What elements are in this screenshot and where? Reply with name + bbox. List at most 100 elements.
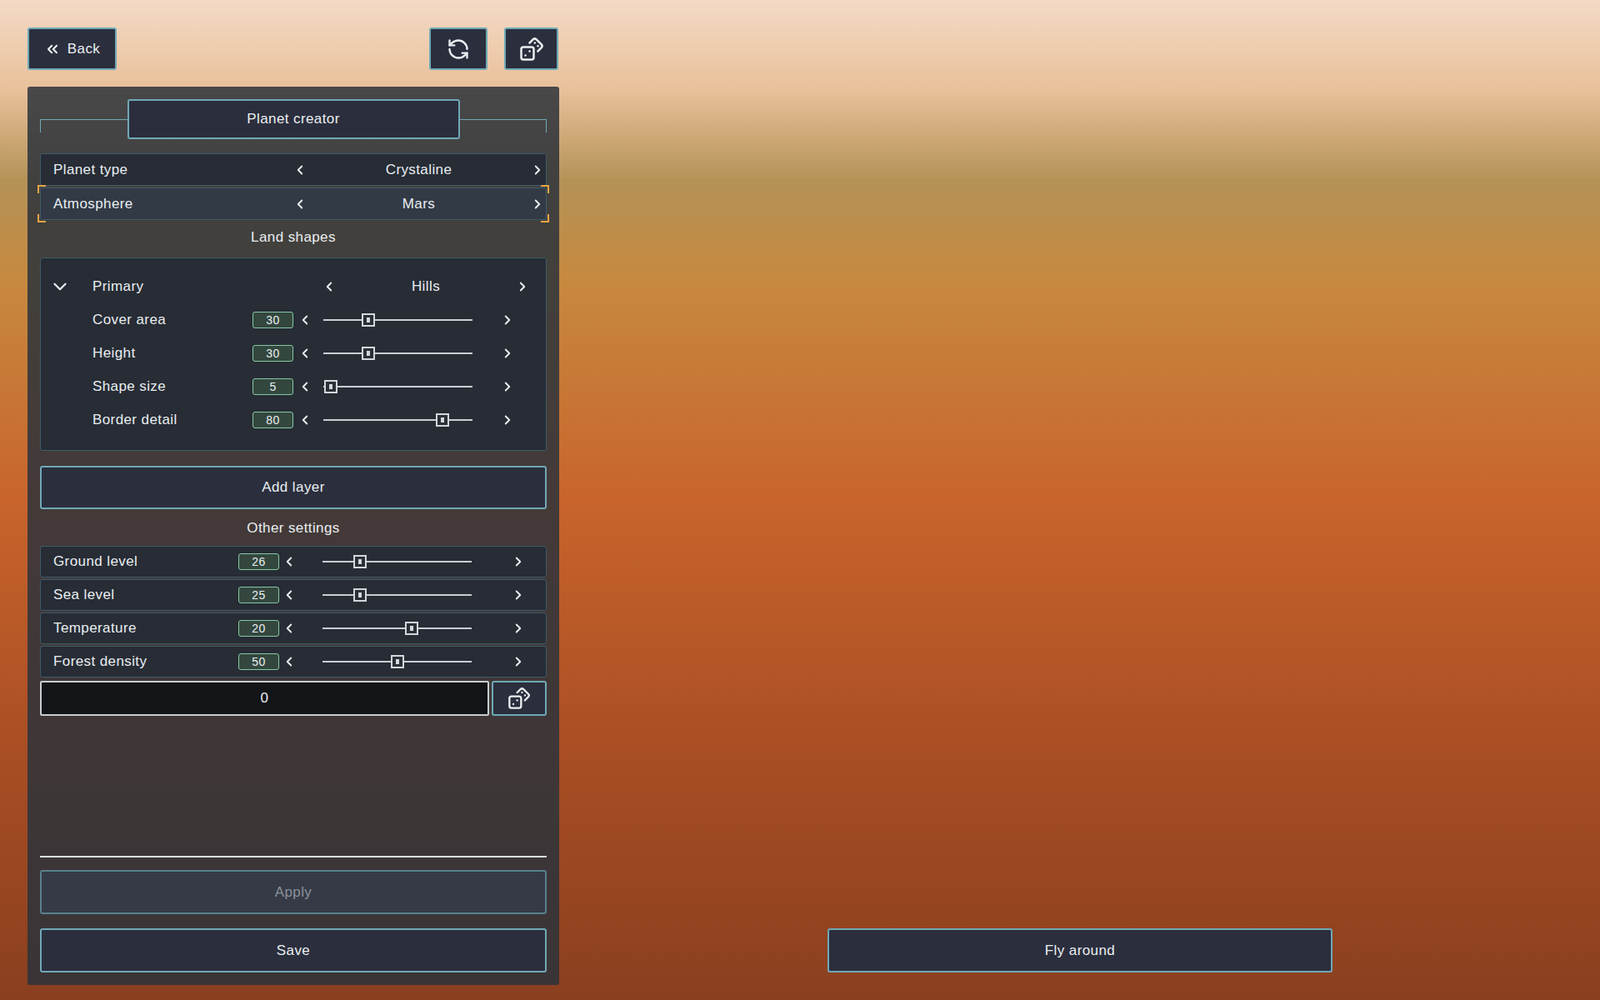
chevron-right-icon <box>510 554 526 570</box>
value-box: 80 <box>252 411 294 429</box>
slider-thumb[interactable] <box>361 346 375 360</box>
back-label: Back <box>67 38 100 60</box>
previous-button[interactable] <box>280 551 298 572</box>
thumb-center <box>358 559 362 565</box>
param-label: Shape size <box>92 375 253 398</box>
value-box: 30 <box>252 345 294 362</box>
param-slider[interactable] <box>323 413 473 427</box>
param-slider[interactable] <box>323 380 473 394</box>
setting-label: Temperature <box>53 617 239 640</box>
add-layer-button[interactable]: Add layer <box>40 465 547 510</box>
next-button[interactable] <box>529 194 546 215</box>
selector-value: Mars <box>308 193 530 215</box>
seed-input[interactable]: 0 <box>40 680 490 716</box>
chevron-left-icon <box>281 620 297 636</box>
next-button[interactable] <box>510 618 527 639</box>
previous-button[interactable] <box>296 343 314 364</box>
next-button[interactable] <box>499 310 516 330</box>
next-button[interactable] <box>510 651 527 672</box>
double-chevron-left-icon <box>44 40 61 58</box>
selector-value: Crystaline <box>308 159 530 181</box>
slider-thumb[interactable] <box>353 555 367 569</box>
value-box: 50 <box>238 653 280 670</box>
next-button[interactable] <box>510 551 527 572</box>
focus-corner <box>37 214 46 223</box>
slider-thumb[interactable] <box>353 588 367 602</box>
next-button[interactable] <box>499 376 516 397</box>
setting-slider[interactable] <box>322 621 472 635</box>
slider-track <box>323 419 473 421</box>
previous-button[interactable] <box>296 410 314 430</box>
fly-around-button[interactable]: Fly around <box>827 928 1333 973</box>
layer-param-row: Shape size5 <box>40 370 546 404</box>
chevron-left-icon <box>281 654 297 670</box>
previous-button[interactable] <box>280 618 298 639</box>
previous-button[interactable] <box>280 585 298 605</box>
land-shapes-title: Land shapes <box>40 225 547 250</box>
reset-button[interactable] <box>429 27 488 70</box>
other-settings-title: Other settings <box>40 515 547 541</box>
slider-thumb[interactable] <box>390 655 405 669</box>
value-box: 25 <box>238 586 280 604</box>
layer-param-row: Border detail80 <box>40 403 546 437</box>
selector-list: Planet typeCrystalineAtmosphereMars <box>40 153 547 220</box>
selector-row[interactable]: AtmosphereMars <box>40 187 547 220</box>
creator-panel: Planet creator Planet typeCrystalineAtmos… <box>27 86 560 985</box>
thumb-center <box>366 317 370 323</box>
thumb-center <box>440 417 445 423</box>
slider-thumb[interactable] <box>405 621 419 635</box>
random-seed-button[interactable] <box>491 680 547 716</box>
header-line <box>460 119 548 133</box>
next-button[interactable] <box>514 276 531 297</box>
randomize-button[interactable] <box>504 27 559 70</box>
chevron-left-icon <box>321 279 337 295</box>
next-button[interactable] <box>499 343 516 364</box>
previous-button[interactable] <box>296 376 314 397</box>
slider-thumb[interactable] <box>361 313 375 327</box>
setting-slider[interactable] <box>322 588 472 602</box>
chevron-right-icon <box>530 196 545 212</box>
chevron-right-icon <box>500 412 515 428</box>
top-bar: Back <box>27 27 560 70</box>
panel-header: Planet creator <box>40 99 547 140</box>
previous-button[interactable] <box>291 160 309 180</box>
thumb-center <box>366 350 370 356</box>
param-slider[interactable] <box>323 346 473 360</box>
chevron-right-icon <box>500 312 515 328</box>
apply-button[interactable]: Apply <box>40 870 547 915</box>
next-button[interactable] <box>529 160 546 180</box>
previous-button[interactable] <box>296 310 314 330</box>
focus-corner <box>540 214 550 223</box>
slider-thumb[interactable] <box>435 413 450 427</box>
chevron-right-icon <box>530 162 545 178</box>
previous-button[interactable] <box>291 194 309 215</box>
collapse-chevron-icon[interactable] <box>49 275 71 298</box>
chevron-right-icon <box>500 379 515 395</box>
divider <box>40 855 547 858</box>
dice-icon <box>519 36 545 62</box>
slider-track <box>322 627 472 630</box>
param-slider[interactable] <box>323 313 473 327</box>
selector-row[interactable]: Planet typeCrystaline <box>40 153 547 186</box>
save-button[interactable]: Save <box>40 928 547 973</box>
previous-button[interactable] <box>320 276 338 297</box>
setting-label: Ground level <box>53 550 239 573</box>
back-button[interactable]: Back <box>27 27 117 70</box>
previous-button[interactable] <box>280 651 298 672</box>
value-box: 30 <box>252 311 294 329</box>
slider-thumb[interactable] <box>324 380 338 394</box>
setting-slider[interactable] <box>322 655 472 669</box>
chevron-right-icon <box>510 587 526 603</box>
next-button[interactable] <box>499 410 516 430</box>
setting-slider[interactable] <box>322 555 472 569</box>
setting-row: Sea level25 <box>40 579 547 611</box>
header-line <box>40 119 128 133</box>
chevron-left-icon <box>297 412 313 428</box>
next-button[interactable] <box>510 585 527 605</box>
thumb-center <box>358 592 362 598</box>
layer-header[interactable]: PrimaryHills <box>40 270 546 304</box>
chevron-left-icon <box>292 162 308 178</box>
layer-type-control: Hills <box>320 275 546 298</box>
value-box: 5 <box>252 378 294 395</box>
setting-label: Sea level <box>53 584 239 606</box>
